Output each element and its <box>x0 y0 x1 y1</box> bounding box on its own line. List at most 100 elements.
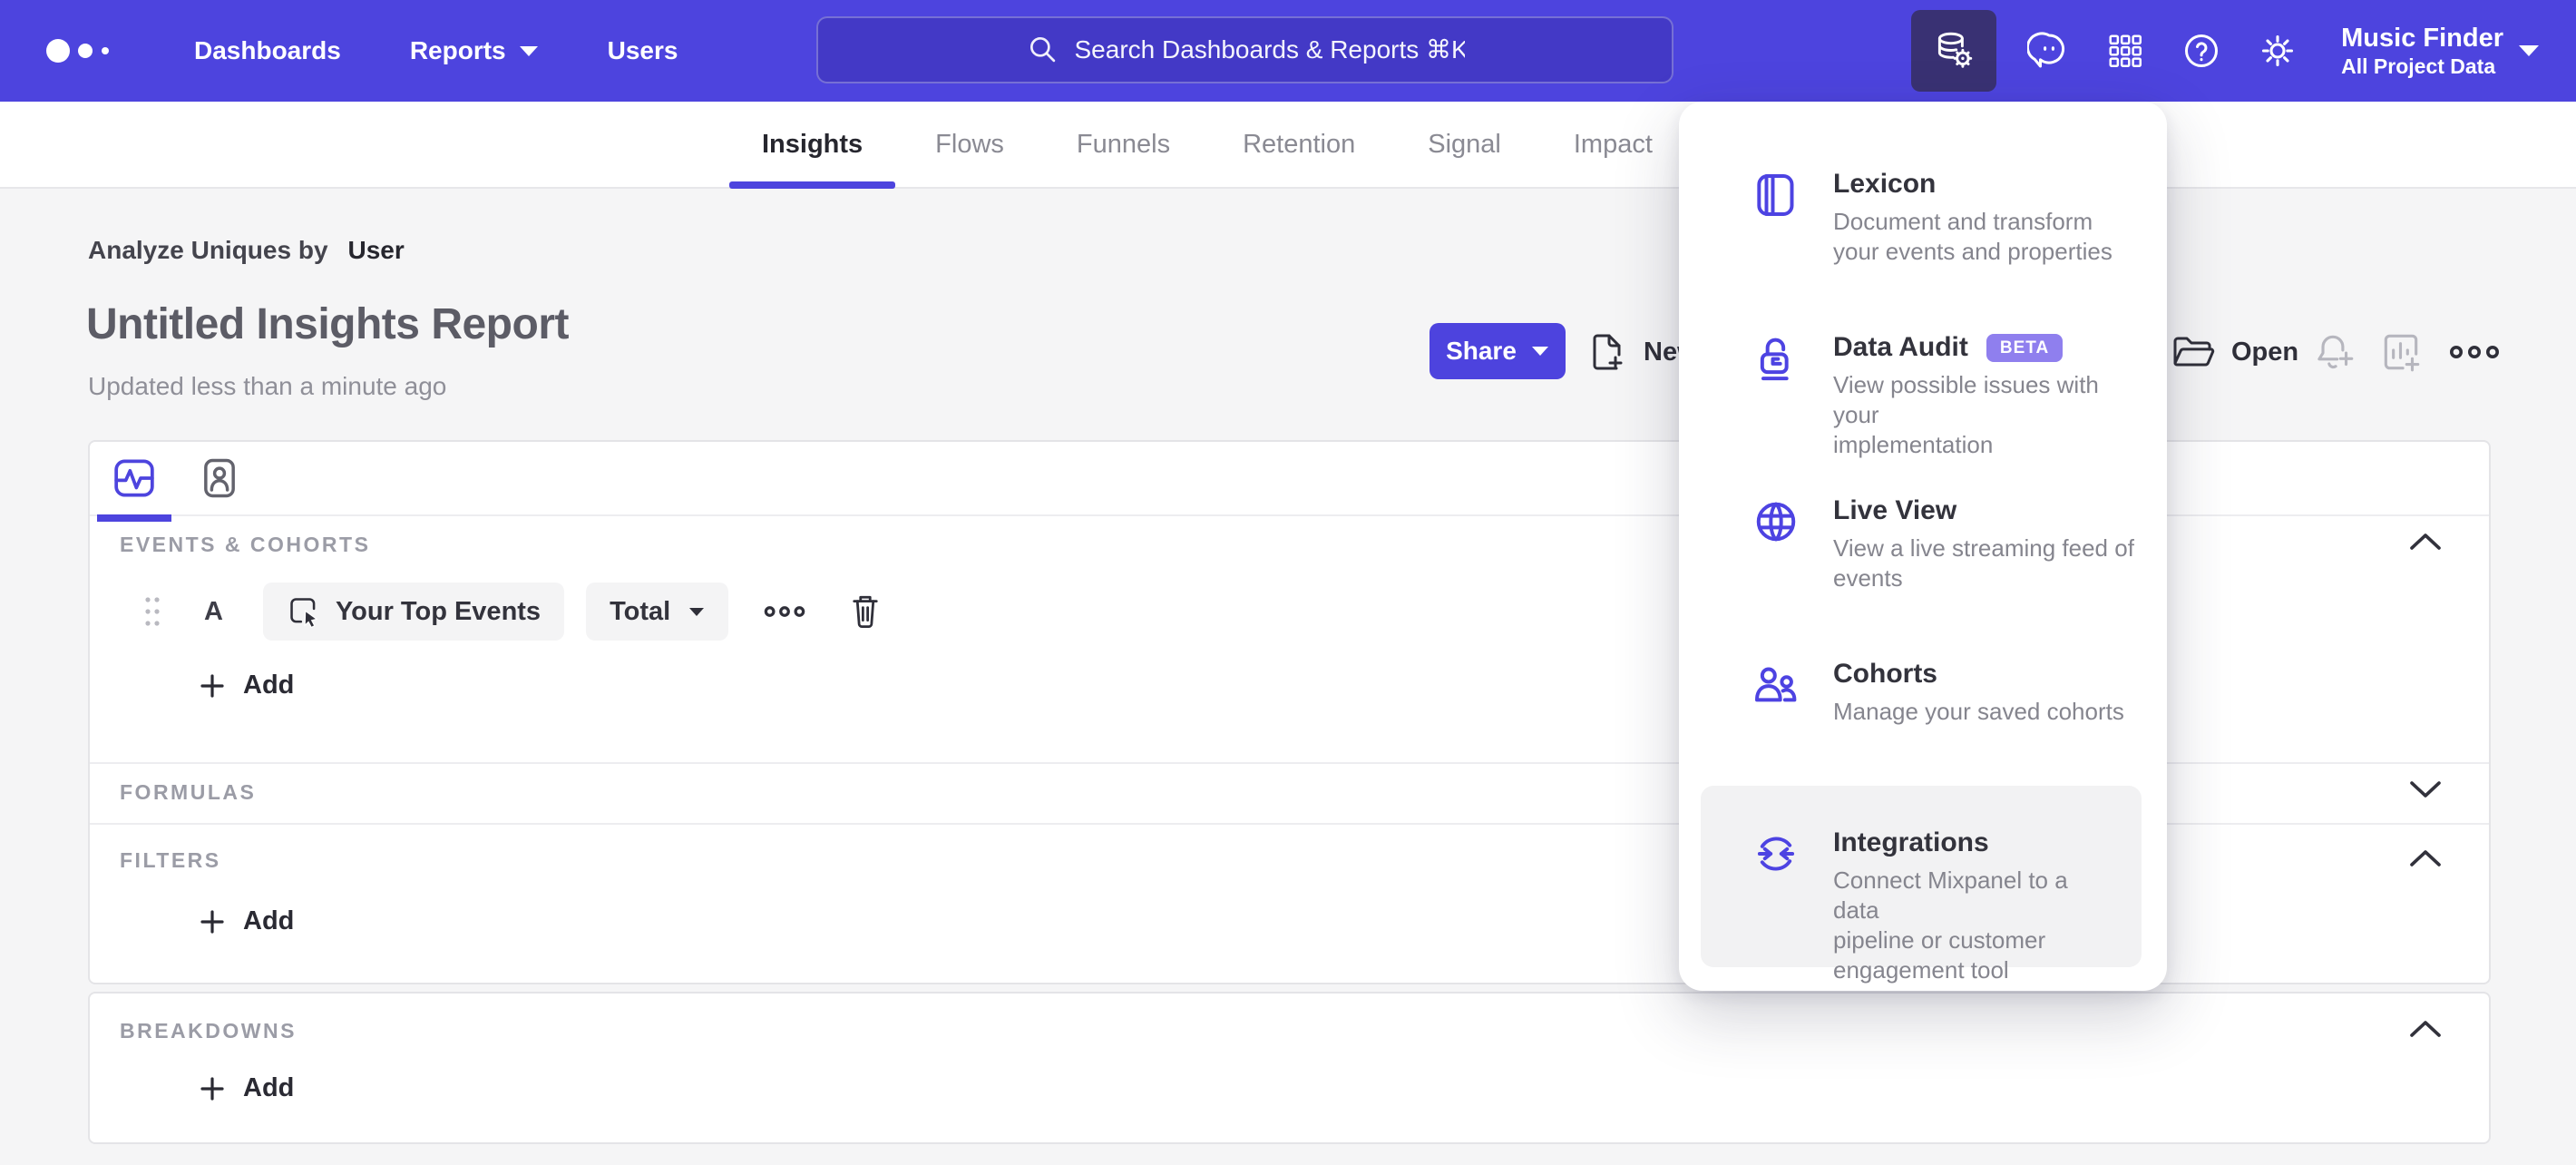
report-updated-timestamp: Updated less than a minute ago <box>88 372 447 400</box>
desc-line: Connect Mixpanel to a data <box>1833 866 2068 924</box>
chevron-up-icon <box>2410 850 2441 866</box>
nav-dashboards[interactable]: Dashboards <box>194 36 341 65</box>
desc-line: Document and transform <box>1833 208 2093 235</box>
open-lock-icon <box>1750 332 1802 385</box>
menu-item-desc: Document and transform your events and p… <box>1833 207 2113 267</box>
beta-badge: BETA <box>1986 333 2064 362</box>
menu-item-integrations[interactable]: Integrations Connect Mixpanel to a data … <box>1750 826 2118 985</box>
project-name: Music Finder <box>2341 24 2503 53</box>
search-input[interactable] <box>816 16 1673 83</box>
nav-users[interactable]: Users <box>608 36 678 65</box>
share-button[interactable]: Share <box>1429 323 1566 379</box>
menu-item-live-view[interactable]: Live View View a live streaming feed of … <box>1750 494 2143 593</box>
menu-item-data-audit[interactable]: Data Audit BETA View possible issues wit… <box>1750 330 2143 460</box>
tab-retention[interactable]: Retention <box>1206 102 1391 187</box>
tab-flows[interactable]: Flows <box>899 102 1040 187</box>
apps-grid-button[interactable] <box>2102 22 2149 80</box>
chevron-down-icon <box>519 45 538 56</box>
chart-plus-icon <box>2384 334 2420 372</box>
report-title[interactable]: Untitled Insights Report <box>86 299 569 349</box>
add-event-button[interactable]: Add <box>200 671 294 700</box>
chevron-down-icon <box>1531 347 1548 356</box>
tab-funnels[interactable]: Funnels <box>1040 102 1206 187</box>
apps-grid-icon <box>2109 34 2142 68</box>
delete-series-button[interactable] <box>846 591 884 632</box>
desc-line: View possible issues with your <box>1833 371 2099 428</box>
menu-item-desc: View possible issues with your implement… <box>1833 370 2143 460</box>
cursor-select-icon <box>290 598 318 629</box>
tab-signal[interactable]: Signal <box>1391 102 1537 187</box>
open-report-label: Open <box>2231 337 2299 367</box>
filters-section-label: FILTERS <box>120 848 221 872</box>
event-selector[interactable]: Your Top Events <box>262 582 565 641</box>
more-actions-button[interactable] <box>2449 327 2500 377</box>
book-icon <box>1750 169 1802 221</box>
feedback-bubble-icon <box>2027 32 2065 68</box>
menu-item-desc: Connect Mixpanel to a data pipeline or c… <box>1833 866 2118 985</box>
menu-item-title: Live View <box>1833 495 1957 525</box>
chevron-down-icon <box>689 607 705 616</box>
nav-users-label: Users <box>607 36 678 64</box>
add-breakdown-button[interactable]: Add <box>200 1073 294 1103</box>
mixpanel-logo-icon <box>46 39 109 63</box>
tab-impact-label: Impact <box>1573 129 1653 159</box>
tab-funnels-label: Funnels <box>1076 129 1171 159</box>
pulse-chart-icon <box>114 459 154 497</box>
events-view-tab[interactable] <box>97 452 171 522</box>
menu-item-title: Lexicon <box>1833 169 1937 199</box>
tab-insights[interactable]: Insights <box>726 102 899 189</box>
menu-item-title: Data Audit <box>1833 332 1968 362</box>
chevron-up-icon <box>2410 534 2441 550</box>
drag-handle-icon[interactable] <box>142 594 162 629</box>
document-plus-icon <box>1593 334 1623 370</box>
menu-item-text: Data Audit BETA View possible issues wit… <box>1833 330 2143 460</box>
tab-retention-label: Retention <box>1243 129 1356 159</box>
filters-collapse-button[interactable] <box>2405 843 2445 874</box>
project-scope: All Project Data <box>2341 54 2496 78</box>
plus-icon <box>200 1076 224 1101</box>
chevron-up-icon <box>2410 1021 2441 1037</box>
events-section-label: EVENTS & COHORTS <box>120 533 371 556</box>
metric-value: Total <box>610 596 671 626</box>
nav-dashboards-label: Dashboards <box>194 36 341 64</box>
series-letter: A <box>204 596 223 626</box>
bell-plus-icon <box>2317 335 2354 369</box>
primary-nav: Dashboards Reports Users <box>194 36 678 65</box>
desc-line: Manage your saved cohorts <box>1833 698 2124 725</box>
top-nav: Dashboards Reports Users Search Dashboar… <box>0 0 2576 102</box>
add-filter-button[interactable]: Add <box>200 906 294 936</box>
data-management-button[interactable] <box>1911 10 1997 92</box>
app-window: Dashboards Reports Users Search Dashboar… <box>0 0 2576 1165</box>
project-selector[interactable]: Music Finder All Project Data <box>2341 23 2540 79</box>
help-icon <box>2185 34 2219 67</box>
tab-insights-label: Insights <box>762 129 864 159</box>
events-collapse-button[interactable] <box>2405 526 2445 557</box>
feedback-button[interactable] <box>2025 22 2073 80</box>
settings-button[interactable] <box>2254 22 2301 80</box>
share-button-label: Share <box>1446 337 1517 365</box>
open-report-button[interactable]: Open <box>2170 327 2298 377</box>
add-to-board-button[interactable] <box>2378 327 2424 377</box>
add-breakdown-label: Add <box>243 1073 295 1102</box>
menu-item-cohorts[interactable]: Cohorts Manage your saved cohorts <box>1750 657 2143 727</box>
menu-item-lexicon[interactable]: Lexicon Document and transform your even… <box>1750 167 2143 267</box>
formulas-expand-button[interactable] <box>2405 774 2445 805</box>
search-field[interactable] <box>1074 35 1465 64</box>
menu-item-title: Integrations <box>1833 827 1989 857</box>
nav-reports-label: Reports <box>409 36 506 64</box>
desc-line: implementation <box>1833 431 1994 458</box>
tab-signal-label: Signal <box>1428 129 1501 159</box>
data-management-menu: Lexicon Document and transform your even… <box>1679 102 2167 991</box>
series-options-button[interactable] <box>763 603 806 620</box>
tab-impact[interactable]: Impact <box>1537 102 1689 187</box>
desc-line: pipeline or customer <box>1833 926 2046 954</box>
profiles-view-tab[interactable] <box>193 452 246 504</box>
create-alert-button[interactable] <box>2311 327 2356 377</box>
metric-selector[interactable]: Total <box>586 582 729 641</box>
mixpanel-logo[interactable] <box>38 31 129 71</box>
nav-reports[interactable]: Reports <box>410 36 539 65</box>
breakdowns-collapse-button[interactable] <box>2405 1013 2445 1044</box>
analyze-value-dropdown[interactable]: User <box>348 236 405 265</box>
help-button[interactable] <box>2178 22 2225 80</box>
nav-right-group: Music Finder All Project Data <box>1911 0 2540 102</box>
